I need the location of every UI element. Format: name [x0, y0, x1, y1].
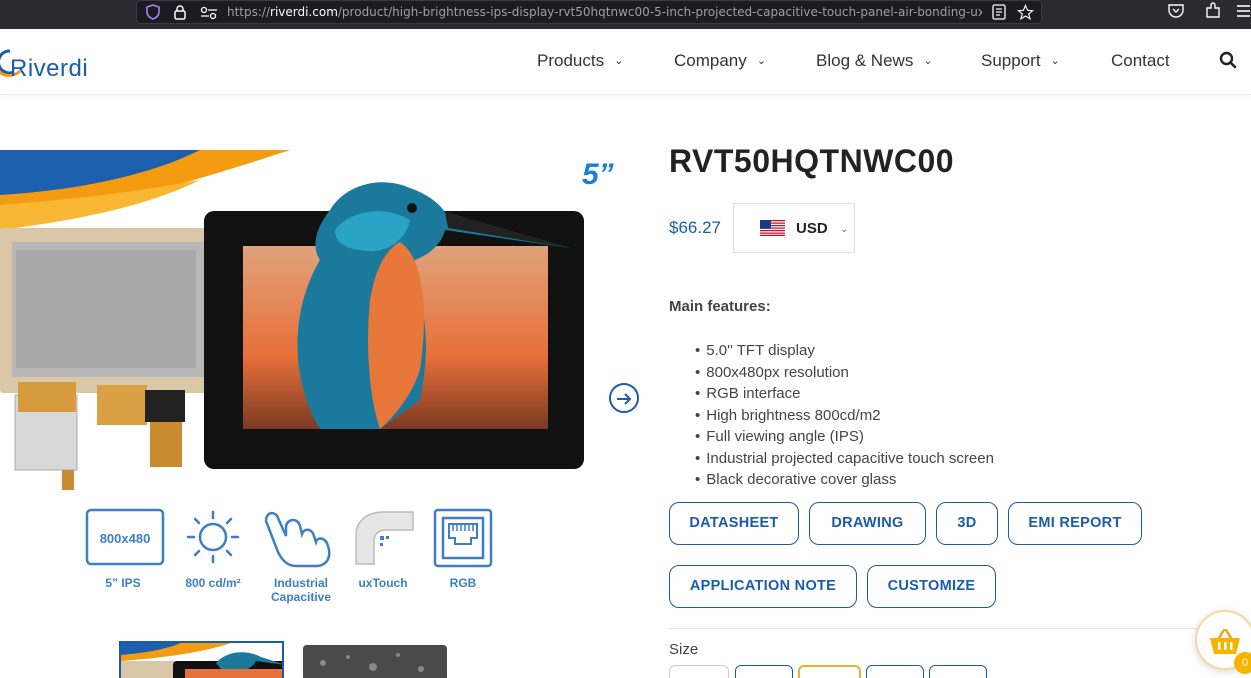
product-title: RVT50HQTNWC00 [669, 143, 955, 179]
nav-label: Products [537, 51, 605, 70]
divider [669, 628, 1209, 629]
drawing-button[interactable]: DRAWING [809, 502, 926, 545]
customize-button[interactable]: CUSTOMIZE [867, 565, 996, 608]
chevron-down-icon: ⌄ [923, 55, 933, 67]
nav-products[interactable]: Products ⌄ [537, 51, 623, 71]
nav-blog-news[interactable]: Blog & News ⌄ [816, 51, 933, 71]
features-list: 5.0'' TFT display 800x480px resolution R… [695, 340, 994, 491]
spec-label: uxTouch [358, 576, 408, 590]
address-bar[interactable]: https://riverdi.com/product/high-brightn… [136, 0, 1042, 24]
spec-uxtouch: uxTouch [338, 506, 428, 590]
feature-item: 800x480px resolution [695, 362, 994, 384]
url-path: /product/high-brightness-ips-display-rvt… [337, 5, 982, 19]
application-note-button[interactable]: APPLICATION NOTE [669, 565, 857, 608]
url-text[interactable]: https://riverdi.com/product/high-brightn… [227, 5, 982, 19]
spec-rgb: RGB [418, 506, 508, 590]
currency-code: USD [796, 220, 828, 237]
nav-contact[interactable]: Contact [1111, 51, 1170, 71]
brightness-sun-icon [186, 510, 240, 564]
nav-company[interactable]: Company ⌄ [674, 51, 766, 71]
size-option[interactable] [929, 665, 987, 678]
nav-label: Company [674, 51, 747, 70]
feature-item: Industrial projected capacitive touch sc… [695, 448, 994, 470]
cart-count-badge: 0 [1234, 652, 1251, 674]
uxtouch-corner-icon [355, 511, 414, 565]
logo-text: Riverdi [10, 55, 89, 82]
spec-label: Industrial Capacitive [270, 576, 332, 604]
3d-button[interactable]: 3D [936, 502, 998, 545]
gallery-thumbnail[interactable] [303, 645, 447, 678]
size-label: Size [669, 641, 699, 658]
datasheet-button[interactable]: DATASHEET [669, 502, 799, 545]
resolution-icon: 800x480 [85, 508, 165, 566]
svg-text:800x480: 800x480 [100, 531, 151, 546]
basket-icon [1210, 628, 1240, 654]
size-option[interactable] [669, 665, 729, 678]
feature-item: 5.0'' TFT display [695, 340, 994, 362]
nav-label: Contact [1111, 51, 1170, 70]
nav-support[interactable]: Support ⌄ [981, 51, 1060, 71]
browser-toolbar: https://riverdi.com/product/high-brightn… [0, 0, 1251, 29]
nav-label: Blog & News [816, 51, 914, 70]
chevron-down-icon: ⌄ [1050, 55, 1060, 67]
rgb-connector-icon [433, 508, 493, 568]
url-prefix: https:// [227, 5, 271, 19]
size-option[interactable] [866, 665, 924, 678]
lock-icon[interactable] [173, 4, 187, 24]
site-header: Riverdi Products ⌄ Company ⌄ Blog & News ⌄ … [0, 29, 1251, 95]
feature-item: Black decorative cover glass [695, 469, 994, 491]
currency-selector[interactable]: USD ⌄ [733, 203, 855, 253]
touch-hand-icon [264, 511, 331, 568]
spec-label: 5” IPS [105, 576, 141, 590]
feature-item: Full viewing angle (IPS) [695, 426, 994, 448]
tracking-shield-icon[interactable] [145, 4, 161, 24]
search-icon[interactable] [1219, 51, 1237, 73]
permissions-icon[interactable] [200, 5, 218, 24]
overflow-menu-icon[interactable] [1236, 2, 1250, 24]
spec-icons-row: 800x480 5” IPS 800 cd/m² Industrial Capa… [78, 506, 508, 606]
size-badge: 5” [582, 158, 614, 191]
spec-label: 800 cd/m² [185, 576, 241, 590]
bookmark-star-icon[interactable] [1016, 3, 1035, 25]
us-flag-icon [760, 220, 785, 236]
chevron-down-icon: ⌄ [756, 55, 766, 67]
spec-resolution: 800x480 5” IPS [78, 506, 168, 590]
feature-item: RGB interface [695, 383, 994, 405]
spec-brightness: 800 cd/m² [168, 506, 258, 590]
reader-view-icon[interactable] [992, 4, 1006, 24]
extensions-icon[interactable] [1204, 2, 1222, 24]
product-price: $66.27 [669, 218, 721, 237]
gallery-thumbnail[interactable] [119, 641, 284, 678]
features-heading: Main features: [669, 298, 771, 315]
product-main-image[interactable] [0, 150, 600, 490]
pocket-icon[interactable] [1167, 2, 1185, 24]
nav-label: Support [981, 51, 1041, 70]
size-option-selected[interactable] [798, 665, 861, 678]
chevron-down-icon: ⌄ [840, 224, 849, 235]
spec-touch: Industrial Capacitive [256, 506, 346, 604]
spec-label: RGB [449, 576, 477, 590]
url-host: riverdi.com [270, 5, 338, 19]
arrow-right-icon [617, 393, 632, 405]
gallery-next-button[interactable] [609, 383, 639, 413]
size-option[interactable] [735, 665, 793, 678]
chevron-down-icon: ⌄ [614, 55, 624, 67]
feature-item: High brightness 800cd/m2 [695, 405, 994, 427]
riverdi-logo[interactable]: Riverdi [0, 43, 106, 82]
emi-report-button[interactable]: EMI REPORT [1008, 502, 1142, 545]
